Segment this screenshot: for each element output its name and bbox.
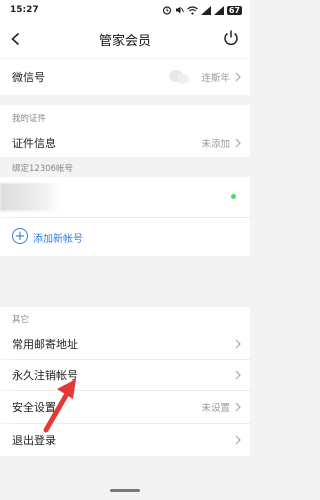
chevron-right-icon [235, 72, 241, 82]
chevron-right-icon [235, 339, 241, 349]
other-section-title: 其它 [12, 315, 30, 325]
status-bar: 15:27 67 [0, 0, 250, 20]
mailing-address-row[interactable]: 常用邮寄地址 [0, 329, 250, 359]
wechat-value: 连斯年 [201, 73, 230, 84]
battery-level: 67 [228, 5, 240, 15]
other-header: 其它 [0, 307, 250, 329]
mailing-address-label: 常用邮寄地址 [12, 338, 78, 351]
wechat-icon [169, 70, 189, 84]
account-status-dot [231, 194, 236, 199]
logout-row[interactable]: 退出登录 [0, 424, 250, 456]
accounts-header: 绑定12306帐号 [0, 157, 250, 179]
cancel-account-row[interactable]: 永久注销帐号 [0, 360, 250, 390]
certificates-section-title: 我的证件 [12, 114, 47, 124]
wechat-row[interactable]: 微信号 连斯年 [0, 59, 250, 95]
security-settings-value: 未设置 [201, 403, 230, 414]
mute-icon [175, 6, 184, 14]
page-title: 管家会员 [98, 34, 151, 49]
chevron-right-icon [235, 435, 241, 445]
account-item[interactable] [0, 177, 250, 217]
security-settings-label: 安全设置 [12, 401, 56, 414]
power-icon[interactable] [222, 29, 240, 47]
wechat-label: 微信号 [12, 71, 45, 84]
chevron-right-icon [235, 370, 241, 380]
accounts-section-title: 绑定12306帐号 [12, 164, 74, 174]
chevron-right-icon [235, 138, 241, 148]
signal-icon-2 [213, 5, 224, 15]
status-time: 15:27 [10, 5, 39, 15]
cancel-account-label: 永久注销帐号 [12, 369, 78, 382]
add-circle-icon: + [12, 228, 28, 244]
certificate-info-row[interactable]: 证件信息 未添加 [0, 127, 250, 159]
add-account-label: 添加新帐号 [33, 234, 83, 245]
alarm-icon [162, 6, 171, 15]
status-icons: 67 [162, 3, 242, 17]
home-indicator[interactable] [110, 489, 140, 492]
battery-indicator: 67 [226, 5, 242, 15]
add-account-button[interactable]: + 添加新帐号 [0, 218, 250, 256]
wifi-icon [186, 5, 198, 15]
account-name-redacted [0, 183, 60, 211]
chevron-right-icon [235, 402, 241, 412]
certificate-info-label: 证件信息 [12, 137, 56, 150]
certificates-header: 我的证件 [0, 105, 250, 127]
logout-label: 退出登录 [12, 434, 56, 447]
nav-bar: 管家会员 [0, 20, 250, 58]
signal-icon [200, 5, 211, 15]
certificate-info-value: 未添加 [201, 139, 230, 150]
security-settings-row[interactable]: 安全设置 未设置 [0, 391, 250, 423]
